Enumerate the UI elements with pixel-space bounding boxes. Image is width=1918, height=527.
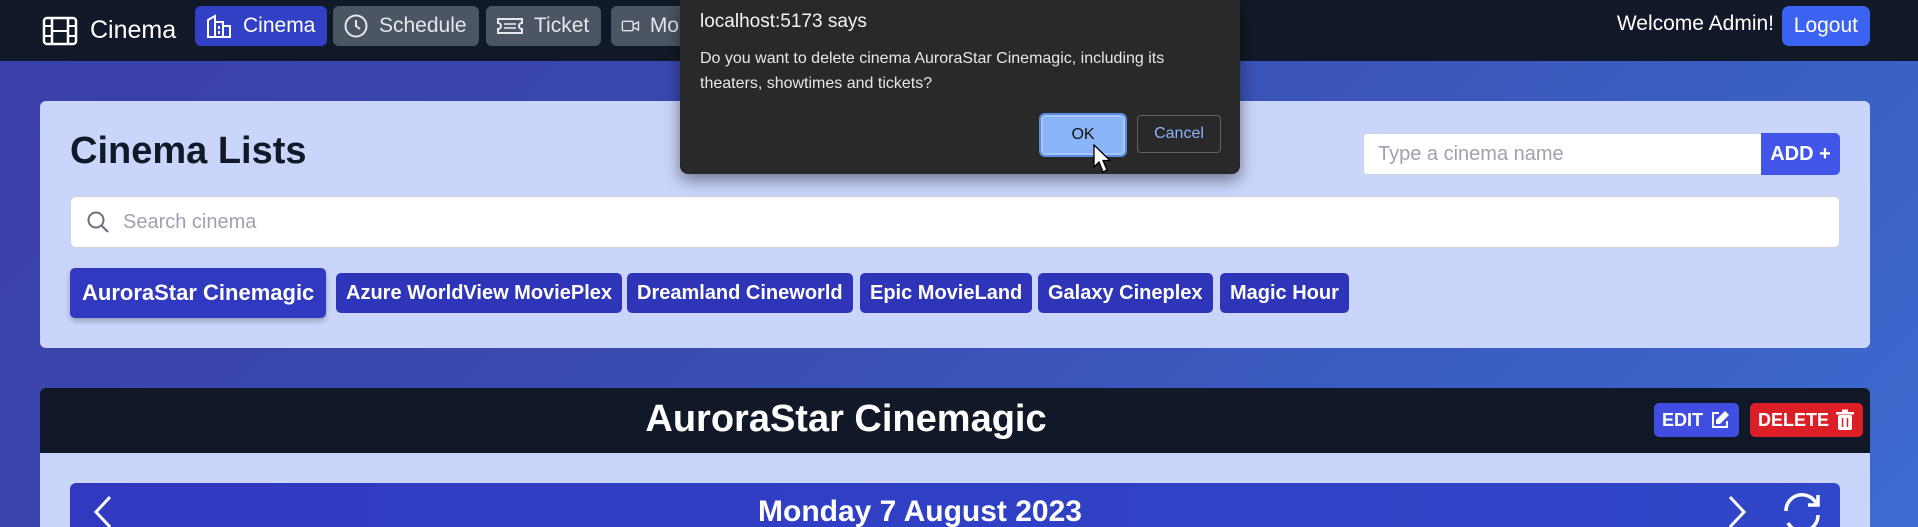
cinema-chip[interactable]: Dreamland Cineworld bbox=[627, 273, 853, 313]
cinema-chip[interactable]: Epic MovieLand bbox=[860, 273, 1033, 313]
nav-movie-label: Mo bbox=[649, 14, 679, 37]
cancel-button[interactable]: Cancel bbox=[1137, 115, 1221, 153]
nav-cinema[interactable]: Cinema bbox=[195, 6, 328, 46]
mouse-cursor-icon bbox=[1093, 144, 1112, 173]
nav-schedule-label: Schedule bbox=[379, 14, 467, 37]
cinema-chip[interactable]: Magic Hour bbox=[1220, 273, 1349, 313]
search-input[interactable]: Search cinema bbox=[70, 196, 1840, 248]
cinema-chip-selected[interactable]: AuroraStar Cinemagic bbox=[70, 268, 327, 318]
cinema-name-input[interactable]: Type a cinema name bbox=[1363, 133, 1803, 175]
delete-button[interactable]: DELETE bbox=[1750, 403, 1864, 437]
edit-button[interactable]: EDIT bbox=[1654, 403, 1740, 437]
building-icon bbox=[207, 14, 231, 38]
add-cinema-button[interactable]: ADD + bbox=[1761, 133, 1840, 175]
confirm-dialog: localhost:5173 says Do you want to delet… bbox=[680, 0, 1240, 174]
edit-label: EDIT bbox=[1662, 409, 1704, 430]
cinema-detail-title: AuroraStar Cinemagic bbox=[645, 398, 1047, 440]
video-icon bbox=[621, 20, 640, 32]
film-icon bbox=[42, 16, 78, 45]
date-navigator: Monday 7 August 2023 bbox=[70, 483, 1840, 527]
page-title: Cinema Lists bbox=[70, 130, 307, 172]
cinema-chip[interactable]: Azure WorldView MoviePlex bbox=[336, 273, 623, 313]
welcome-text: Welcome Admin! bbox=[1616, 12, 1774, 35]
brand-label: Cinema bbox=[90, 16, 177, 44]
nav-ticket[interactable]: Ticket bbox=[486, 6, 602, 46]
nav-ticket-label: Ticket bbox=[534, 14, 590, 37]
dialog-message: Do you want to delete cinema AuroraStar … bbox=[700, 50, 1165, 92]
edit-icon bbox=[1712, 411, 1730, 428]
refresh-icon[interactable] bbox=[1780, 491, 1824, 527]
cinema-detail-header: AuroraStar Cinemagic EDIT DELETE bbox=[40, 388, 1870, 453]
trash-icon bbox=[1836, 409, 1855, 430]
brand[interactable]: Cinema bbox=[42, 16, 176, 46]
chevron-right-icon[interactable] bbox=[1726, 495, 1748, 527]
logout-button[interactable]: Logout bbox=[1781, 6, 1870, 46]
clock-icon bbox=[344, 14, 368, 38]
nav-schedule[interactable]: Schedule bbox=[333, 6, 479, 46]
search-icon bbox=[87, 211, 109, 233]
search-placeholder: Search cinema bbox=[123, 210, 257, 233]
delete-label: DELETE bbox=[1758, 409, 1830, 430]
nav-movie[interactable]: Mo bbox=[611, 6, 691, 46]
current-date: Monday 7 August 2023 bbox=[758, 495, 1082, 527]
nav-cinema-label: Cinema bbox=[243, 14, 316, 37]
dialog-title: localhost:5173 says bbox=[700, 11, 867, 32]
ticket-icon bbox=[497, 18, 523, 34]
cinema-chip[interactable]: Galaxy Cineplex bbox=[1038, 273, 1213, 313]
